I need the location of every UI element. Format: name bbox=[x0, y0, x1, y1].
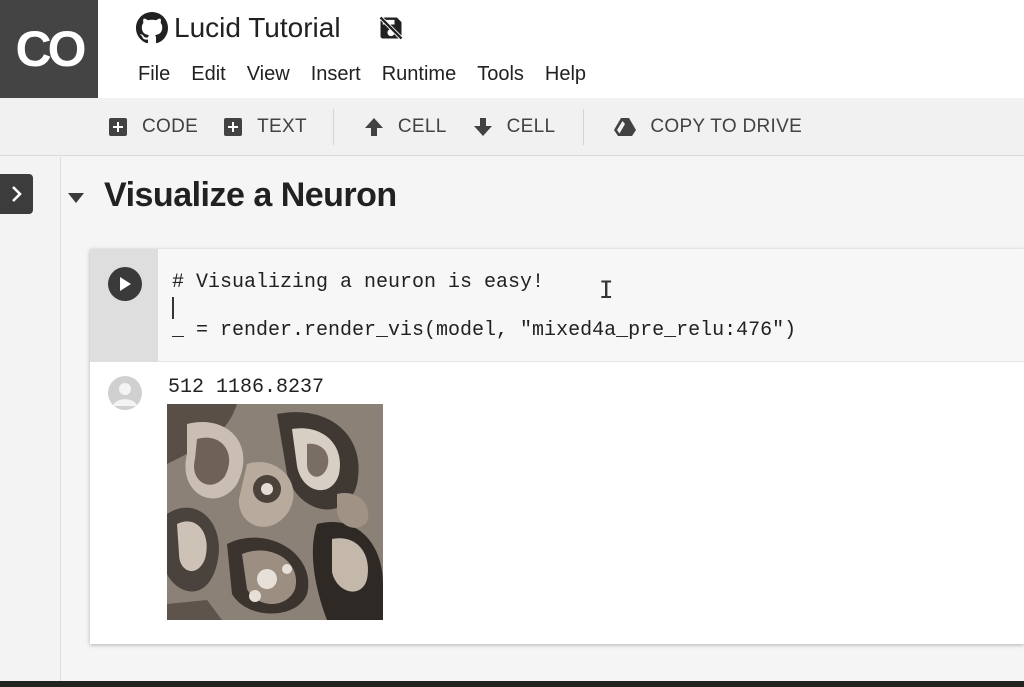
menu-runtime[interactable]: Runtime bbox=[382, 63, 456, 86]
toolbar: CODE TEXT CELL CELL COPY TO DRIVE bbox=[0, 98, 1024, 156]
menu-help[interactable]: Help bbox=[545, 63, 586, 86]
code-line: # Visualizing a neuron is easy! bbox=[172, 271, 545, 294]
sidebar-toggle[interactable] bbox=[0, 174, 33, 214]
menu-insert[interactable]: Insert bbox=[311, 63, 361, 86]
title-row: Lucid Tutorial bbox=[136, 10, 405, 46]
code-editor[interactable]: # Visualizing a neuron is easy! _ = rend… bbox=[158, 249, 1024, 362]
colab-logo[interactable]: CO bbox=[0, 0, 98, 98]
cell-gutter bbox=[90, 249, 158, 362]
plus-box-icon bbox=[108, 117, 128, 137]
window-bottom-edge bbox=[0, 681, 1024, 687]
copy-to-drive-label: COPY TO DRIVE bbox=[650, 115, 803, 137]
ibeam-cursor-icon: I bbox=[599, 276, 614, 304]
notebook-title[interactable]: Lucid Tutorial bbox=[174, 12, 341, 44]
no-save-icon[interactable] bbox=[377, 14, 405, 42]
add-text-label: TEXT bbox=[257, 115, 307, 137]
arrow-up-icon bbox=[364, 117, 384, 137]
cell-up-label: CELL bbox=[397, 115, 447, 137]
menu-edit[interactable]: Edit bbox=[191, 63, 225, 86]
section-heading: Visualize a Neuron bbox=[104, 176, 397, 214]
add-text-button[interactable]: TEXT bbox=[223, 116, 307, 138]
text-cursor bbox=[172, 297, 174, 319]
menu-bar: File Edit View Insert Runtime Tools Help bbox=[138, 60, 607, 88]
toolbar-divider bbox=[583, 108, 585, 145]
chevron-right-icon bbox=[10, 184, 24, 204]
move-cell-up-button[interactable]: CELL bbox=[364, 116, 447, 138]
output-text: 512 1186.8237 bbox=[168, 376, 325, 399]
plus-box-icon bbox=[223, 117, 243, 137]
github-icon bbox=[136, 12, 168, 44]
code-cell[interactable]: # Visualizing a neuron is easy! _ = rend… bbox=[90, 249, 1024, 644]
header: CO Lucid Tutorial File Edit View Insert … bbox=[0, 0, 1024, 98]
move-cell-down-button[interactable]: CELL bbox=[473, 116, 556, 138]
menu-tools[interactable]: Tools bbox=[477, 63, 524, 86]
play-icon bbox=[118, 276, 132, 292]
google-drive-icon bbox=[614, 117, 637, 137]
add-code-label: CODE bbox=[142, 115, 199, 137]
cell-down-label: CELL bbox=[506, 115, 556, 137]
avatar-icon[interactable] bbox=[108, 376, 142, 410]
neuron-visualization-image bbox=[167, 404, 383, 620]
add-code-button[interactable]: CODE bbox=[108, 116, 198, 138]
code-line: _ = render.render_vis(model, "mixed4a_pr… bbox=[172, 319, 797, 342]
run-cell-button[interactable] bbox=[108, 267, 142, 301]
arrow-down-icon bbox=[473, 117, 493, 137]
copy-to-drive-button[interactable]: COPY TO DRIVE bbox=[614, 116, 802, 138]
toolbar-divider bbox=[332, 108, 334, 145]
menu-view[interactable]: View bbox=[247, 63, 290, 86]
menu-file[interactable]: File bbox=[138, 63, 170, 86]
caret-down-icon[interactable] bbox=[66, 190, 86, 206]
